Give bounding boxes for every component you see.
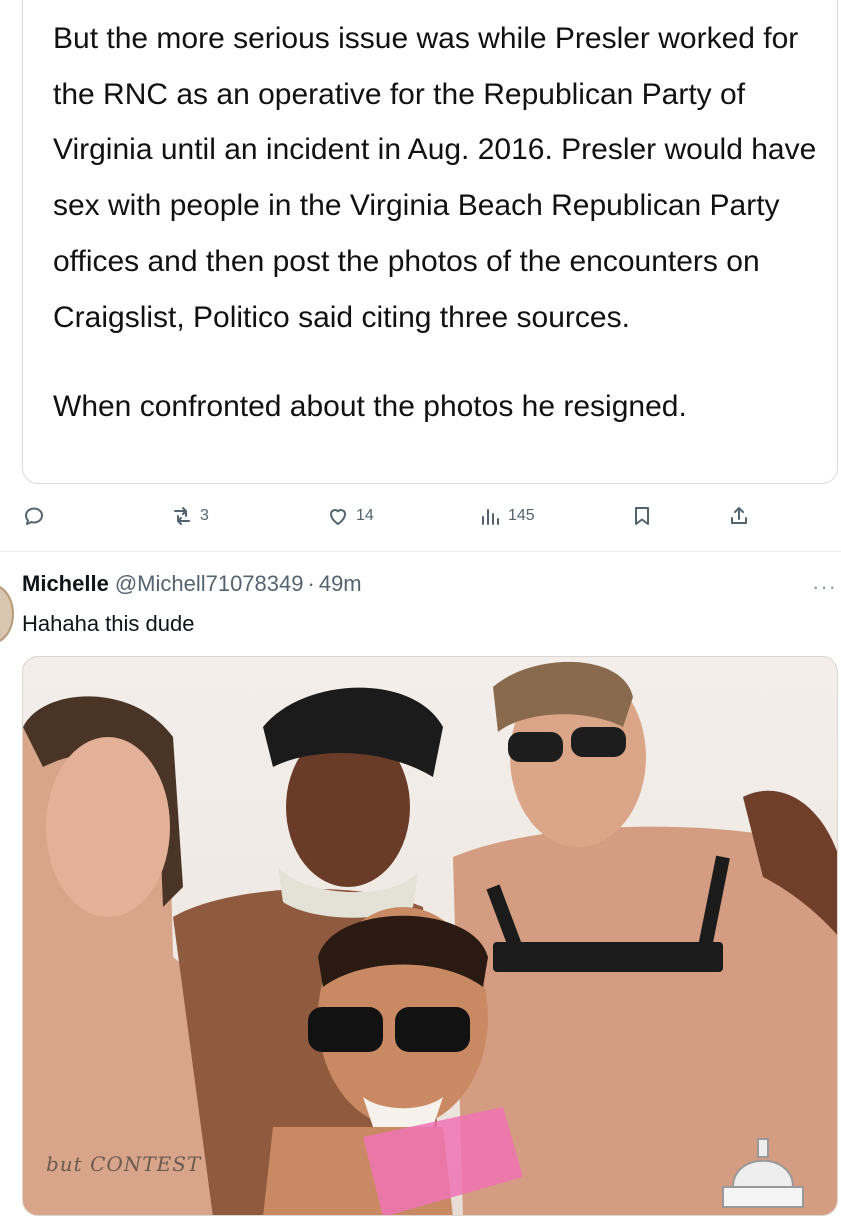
author-name[interactable]: Michelle [22, 571, 109, 597]
retweet-count: 3 [200, 507, 209, 524]
avatar[interactable] [0, 584, 14, 644]
reply-button[interactable] [22, 496, 46, 536]
author-handle[interactable]: @Michell71078349 [115, 571, 304, 597]
comment-icon [25, 507, 43, 525]
quoted-paragraph-2: When confronted about the photos he resi… [53, 390, 687, 424]
post-timestamp[interactable]: 49m [319, 571, 362, 597]
bookmark-icon [635, 507, 649, 525]
quoted-post-card[interactable]: But the more serious issue was while Pre… [22, 0, 838, 484]
retweet-icon [174, 507, 190, 525]
share-button[interactable] [727, 496, 751, 536]
quoted-post-text: But the more serious issue was while Pre… [53, 11, 823, 435]
reply-header: Michelle @Michell71078349 · 49m [22, 571, 362, 599]
more-options-icon[interactable]: ··· [812, 574, 837, 600]
like-button[interactable]: 14 [326, 496, 374, 536]
quoted-paragraph-1: But the more serious issue was while Pre… [53, 22, 817, 334]
photo-watermark: but CONTEST [46, 1152, 202, 1176]
retweet-button[interactable]: 3 [170, 496, 209, 536]
views-count: 145 [508, 507, 535, 524]
reply-text: Hahaha this dude [22, 611, 195, 636]
heart-icon [330, 509, 346, 525]
share-icon [731, 507, 747, 524]
views-chart-icon [482, 509, 499, 525]
bookmark-button[interactable] [630, 496, 654, 536]
photo-illustration [23, 661, 837, 1215]
post-divider [0, 551, 841, 552]
views-button[interactable]: 145 [478, 496, 535, 536]
attached-photo[interactable] [22, 656, 838, 1216]
post-action-bar: 3 14 145 [0, 496, 841, 542]
separator-dot: · [307, 571, 315, 596]
like-count: 14 [356, 507, 374, 524]
